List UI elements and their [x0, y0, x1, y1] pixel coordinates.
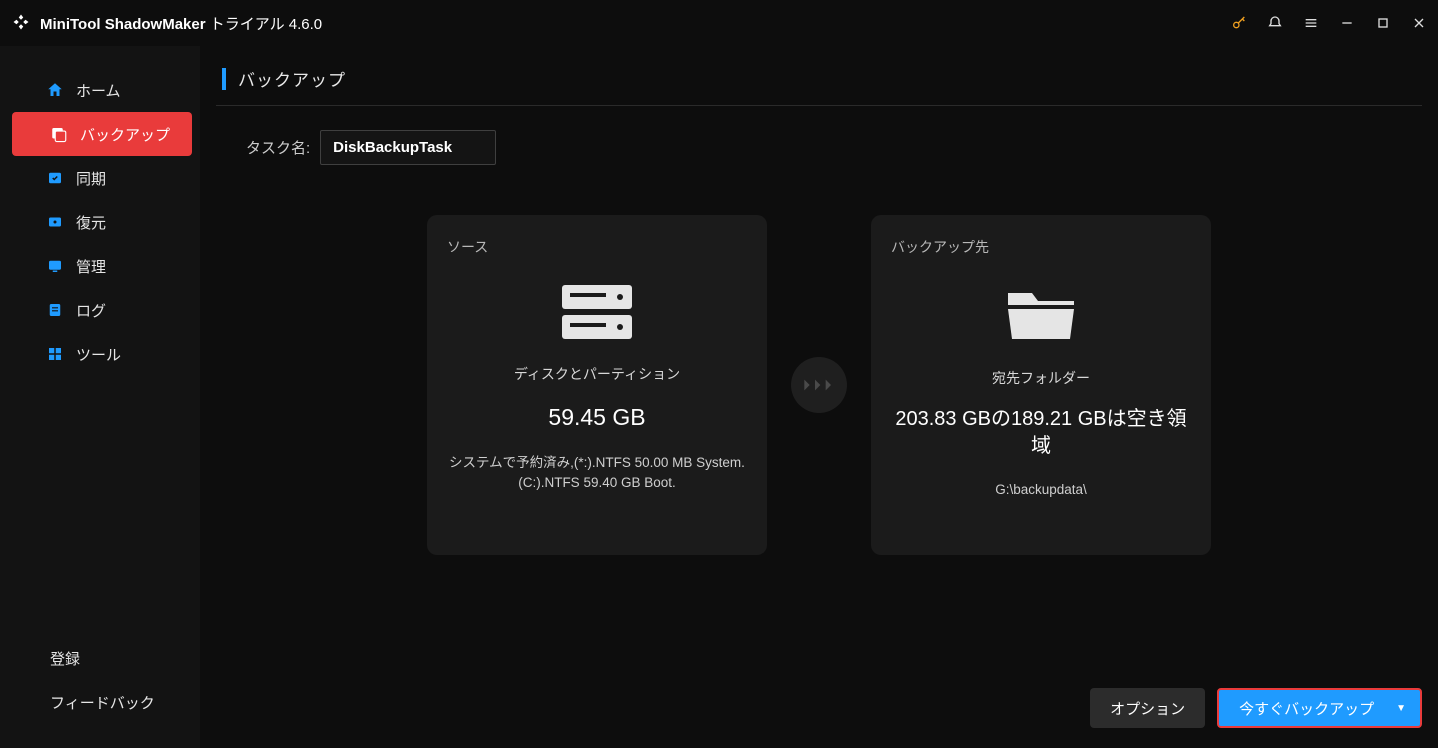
sidebar-item-label: 同期 [76, 168, 106, 189]
sidebar-register[interactable]: 登録 [0, 636, 200, 680]
sync-icon [46, 169, 64, 187]
key-icon[interactable] [1230, 14, 1248, 32]
disk-icon [558, 283, 636, 344]
sidebar-item-backup[interactable]: バックアップ [12, 112, 192, 156]
card-title: バックアップ先 [891, 237, 1191, 257]
title-bar-right [1230, 14, 1428, 32]
home-icon [46, 81, 64, 99]
sidebar-item-manage[interactable]: 管理 [8, 244, 192, 288]
source-detail-line: (C:).NTFS 59.40 GB Boot. [518, 475, 676, 490]
close-button[interactable] [1410, 14, 1428, 32]
source-size: 59.45 GB [548, 402, 645, 433]
button-label: 今すぐバックアップ [1239, 698, 1374, 719]
button-label: オプション [1110, 698, 1185, 719]
app-logo-icon [12, 13, 30, 34]
sidebar-item-log[interactable]: ログ [8, 288, 192, 332]
sidebar-item-label: バックアップ [80, 124, 170, 145]
menu-icon[interactable] [1302, 14, 1320, 32]
content-area: バックアップ タスク名: ソース [200, 46, 1438, 748]
backup-now-button[interactable]: 今すぐバックアップ ▼ [1217, 688, 1422, 728]
options-button[interactable]: オプション [1090, 688, 1205, 728]
source-detail: システムで予約済み,(*:).NTFS 50.00 MB System. (C:… [449, 453, 745, 492]
sidebar-item-label: 管理 [76, 256, 106, 277]
page-header: バックアップ [216, 66, 1422, 106]
notification-icon[interactable] [1266, 14, 1284, 32]
folder-icon [1002, 283, 1080, 348]
sidebar-feedback[interactable]: フィードバック [0, 680, 200, 724]
backup-cards-row: ソース ディスクとパーティション 59.45 GB [216, 215, 1422, 555]
app-name: MiniTool ShadowMaker [40, 16, 206, 33]
task-name-input[interactable] [320, 130, 496, 165]
sidebar-item-restore[interactable]: 復元 [8, 200, 192, 244]
card-title: ソース [447, 237, 747, 257]
source-card[interactable]: ソース ディスクとパーティション 59.45 GB [427, 215, 767, 555]
destination-card[interactable]: バックアップ先 宛先フォルダー 203.83 GBの189.21 GBは空き領域… [871, 215, 1211, 555]
log-icon [46, 301, 64, 319]
tools-icon [46, 345, 64, 363]
arrow-separator [791, 357, 847, 413]
destination-type: 宛先フォルダー [992, 368, 1090, 388]
sidebar-item-label: 登録 [50, 648, 80, 669]
sidebar-item-label: フィードバック [50, 692, 155, 713]
footer-buttons: オプション 今すぐバックアップ ▼ [1090, 688, 1422, 728]
task-name-label: タスク名: [246, 137, 310, 158]
destination-capacity: 203.83 GBの189.21 GBは空き領域 [891, 406, 1191, 460]
app-edition: トライアル 4.6.0 [210, 16, 322, 33]
page-title: バックアップ [238, 66, 346, 91]
destination-path: G:\backupdata\ [995, 480, 1087, 500]
sidebar-item-home[interactable]: ホーム [8, 68, 192, 112]
sidebar-item-tools[interactable]: ツール [8, 332, 192, 376]
sidebar-item-sync[interactable]: 同期 [8, 156, 192, 200]
sidebar-item-label: ログ [76, 300, 106, 321]
sidebar: ホーム バックアップ 同期 復元 管理 ログ [0, 46, 200, 748]
title-bar-left: MiniTool ShadowMaker トライアル 4.6.0 [12, 13, 322, 34]
minimize-button[interactable] [1338, 14, 1356, 32]
task-name-row: タスク名: [216, 130, 1422, 165]
chevron-down-icon: ▼ [1396, 703, 1406, 714]
sidebar-item-label: ホーム [76, 80, 121, 101]
title-bar: MiniTool ShadowMaker トライアル 4.6.0 [0, 0, 1438, 46]
app-title: MiniTool ShadowMaker トライアル 4.6.0 [40, 13, 322, 34]
header-accent-bar [222, 68, 226, 90]
sidebar-item-label: 復元 [76, 212, 106, 233]
source-detail-line: システムで予約済み,(*:).NTFS 50.00 MB System. [449, 455, 745, 470]
sidebar-item-label: ツール [76, 344, 121, 365]
manage-icon [46, 257, 64, 275]
backup-icon [50, 125, 68, 143]
maximize-button[interactable] [1374, 14, 1392, 32]
source-type: ディスクとパーティション [514, 364, 680, 384]
restore-icon [46, 213, 64, 231]
